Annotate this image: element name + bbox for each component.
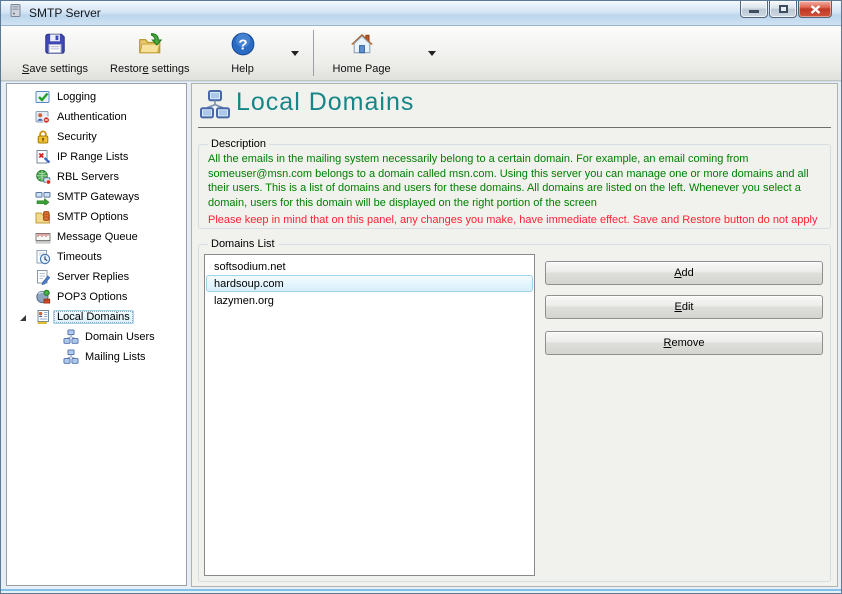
sidebar-item-timeouts[interactable]: Timeouts: [7, 247, 186, 267]
restore-settings-button[interactable]: Restore settings: [99, 28, 201, 78]
sidebar-item-domain-users[interactable]: Domain Users: [7, 327, 186, 347]
description-text: All the emails in the mailing system nec…: [208, 152, 821, 210]
page-title: Local Domains: [236, 88, 414, 117]
expander-icon[interactable]: [19, 313, 27, 321]
smtp-options-icon: [35, 209, 51, 225]
save-settings-label: Save settings: [22, 63, 88, 75]
remove-button[interactable]: Remove: [545, 331, 823, 355]
help-label: Help: [231, 63, 254, 75]
sidebar-item-authentication[interactable]: Authentication: [7, 107, 186, 127]
sidebar-item-local-domains[interactable]: Local Domains: [7, 307, 186, 327]
home-page-button[interactable]: Home Page: [322, 28, 402, 78]
message-queue-icon: [35, 229, 51, 245]
close-button[interactable]: [798, 1, 832, 18]
smtp-gateways-icon: [35, 189, 51, 205]
home-page-label: Home Page: [333, 63, 391, 75]
description-groupbox: Description All the emails in the mailin…: [198, 144, 831, 229]
toolbar: Save settings Restore settings ? Help Ho…: [1, 26, 841, 81]
sidebar-item-rbl-servers[interactable]: RBL Servers: [7, 167, 186, 187]
save-settings-button[interactable]: Save settings: [11, 28, 99, 78]
rbl-servers-icon: [35, 169, 51, 185]
domains-listbox[interactable]: softsodium.net hardsoup.com lazymen.org: [204, 254, 535, 576]
maximize-button[interactable]: [769, 1, 797, 18]
sidebar-item-pop3-options[interactable]: POP3 Options: [7, 287, 186, 307]
maximize-icon: [779, 5, 788, 13]
ip-range-lists-icon: [35, 149, 51, 165]
description-groupbox-label: Description: [208, 138, 269, 150]
sidebar-item-security[interactable]: Security: [7, 127, 186, 147]
help-icon: ?: [230, 31, 256, 62]
pop3-options-icon: [35, 289, 51, 305]
minimize-button[interactable]: [740, 1, 768, 18]
home-dropdown-arrow[interactable]: [428, 51, 436, 56]
save-icon: [42, 31, 68, 62]
sidebar-item-mailing-lists[interactable]: Mailing Lists: [7, 347, 186, 367]
sidebar-item-message-queue[interactable]: Message Queue: [7, 227, 186, 247]
close-icon: [810, 5, 821, 14]
svg-text:?: ?: [238, 36, 247, 53]
title-bar[interactable]: SMTP Server: [1, 1, 841, 26]
security-icon: [35, 129, 51, 145]
domains-list-groupbox-label: Domains List: [208, 238, 278, 250]
timeouts-icon: [35, 249, 51, 265]
restore-icon: [137, 31, 163, 62]
mailing-lists-icon: [63, 349, 79, 365]
toolbar-separator: [313, 30, 314, 76]
minimize-icon: [749, 10, 759, 13]
restore-settings-label: Restore settings: [110, 63, 190, 75]
help-dropdown-arrow[interactable]: [291, 51, 299, 56]
app-window: SMTP Server Save settings Restore settin…: [0, 0, 842, 594]
home-icon: [349, 31, 375, 62]
main-panel: Local Domains Description All the emails…: [191, 83, 838, 587]
window-title: SMTP Server: [29, 6, 101, 20]
navigation-tree: Logging Authentication Security IP Range…: [6, 83, 187, 586]
sidebar-item-smtp-gateways[interactable]: SMTP Gateways: [7, 187, 186, 207]
sidebar-item-logging[interactable]: Logging: [7, 87, 186, 107]
logging-icon: [35, 89, 51, 105]
app-icon: [8, 3, 23, 23]
edit-button[interactable]: Edit: [545, 295, 823, 319]
sidebar-item-ip-range-lists[interactable]: IP Range Lists: [7, 147, 186, 167]
description-warning-text: Please keep in mind that on this panel, …: [208, 213, 821, 227]
domain-list-item[interactable]: softsodium.net: [206, 258, 533, 275]
add-button[interactable]: Add: [545, 261, 823, 285]
sidebar-item-smtp-options[interactable]: SMTP Options: [7, 207, 186, 227]
help-button[interactable]: ? Help: [219, 28, 267, 78]
authentication-icon: [35, 109, 51, 125]
local-domains-icon: [35, 309, 51, 325]
sidebar-item-server-replies[interactable]: Server Replies: [7, 267, 186, 287]
server-replies-icon: [35, 269, 51, 285]
domains-list-groupbox: Domains List softsodium.net hardsoup.com…: [198, 244, 831, 582]
local-domains-page-icon: [199, 89, 231, 126]
header-divider: [198, 127, 831, 128]
domain-list-item[interactable]: lazymen.org: [206, 292, 533, 309]
domain-users-icon: [63, 329, 79, 345]
domain-list-item-selected[interactable]: hardsoup.com: [206, 275, 533, 292]
